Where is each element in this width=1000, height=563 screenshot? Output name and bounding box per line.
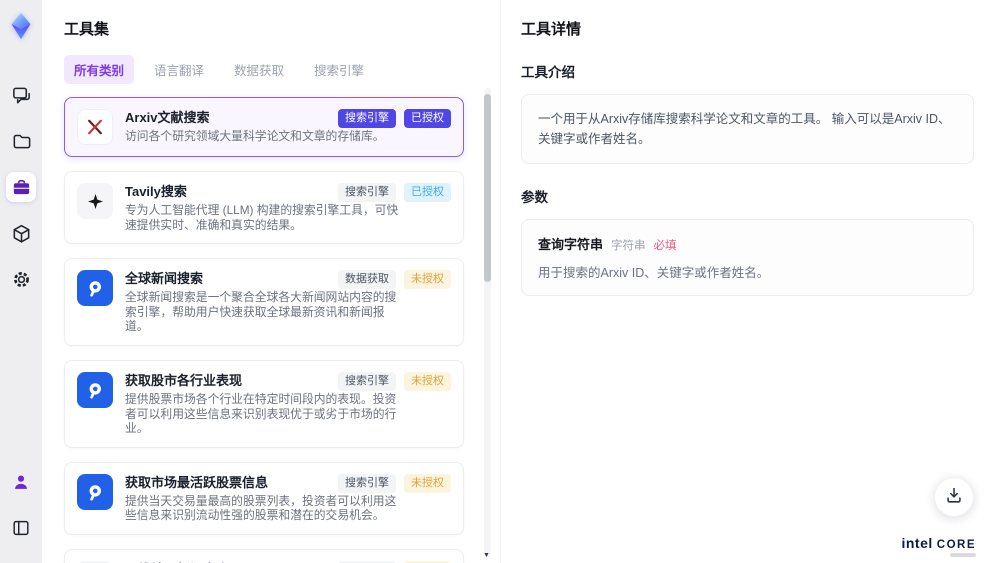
category-badge: 搜索引擎 (338, 371, 396, 391)
folder-icon (11, 131, 32, 152)
user-icon (11, 472, 31, 492)
sidebar-item-settings[interactable] (6, 264, 36, 294)
category-tabs: 所有类别 语言翻译 数据获取 搜索引擎 (64, 55, 464, 84)
sidebar-item-panels[interactable] (6, 513, 36, 543)
auth-status-badge: 已授权 (404, 183, 451, 202)
list-scrollbar-track[interactable]: ▼ (483, 88, 491, 559)
gear-icon (11, 269, 32, 290)
tool-desc: 提供当天交易量最高的股票列表，投资者可以利用这些信息来识别流动性强的股票和潜在的… (125, 493, 397, 523)
tool-badges: 数据获取 未授权 (338, 270, 451, 290)
category-badge: 搜索引擎 (338, 183, 396, 202)
intel-core-logo: intel CORE (901, 535, 976, 557)
tab-2[interactable]: 数据获取 (224, 55, 294, 84)
tool-card[interactable]: 全球新闻搜索 全球新闻搜索是一个聚合全球各大新闻网站内容的搜索引擎，帮助用户快速获… (64, 258, 464, 346)
tool-card[interactable]: Tavily搜索 专为人工智能代理 (LLM) 构建的搜索引擎工具，可快速提供实时… (64, 171, 464, 245)
param-card: 查询字符串 字符串 必填 用于搜索的Arxiv ID、关键字或作者姓名。 (521, 219, 974, 296)
param-type: 字符串 (611, 240, 646, 252)
tool-badges: 搜索引擎未授权 (338, 371, 451, 391)
param-desc: 用于搜索的Arxiv ID、关键字或作者姓名。 (538, 266, 770, 280)
quark-icon (77, 270, 113, 307)
param-name: 查询字符串 (538, 237, 604, 252)
tool-list: Arxiv文献搜索 访问各个研究领域大量科学论文和文章的存储库。 搜索引擎 已授权 Ta… (64, 97, 464, 563)
tab-0[interactable]: 所有类别 (64, 55, 135, 84)
param-head: 查询字符串 字符串 必填 (538, 234, 957, 253)
auth-status-badge: 未授权 (404, 371, 451, 391)
chat-icon (11, 85, 32, 106)
tab-3[interactable]: 搜索引擎 (304, 55, 374, 84)
tool-list-panel: 工具集 所有类别 语言翻译 数据获取 搜索引擎 Arxiv文献搜索 访问各个研究领域大量… (42, 0, 500, 563)
scrollbar-down-arrow-icon[interactable]: ▼ (483, 552, 490, 559)
arxiv-icon (77, 109, 113, 145)
tool-badges: 搜索引擎 已授权 (338, 183, 451, 202)
left-rail (0, 0, 42, 563)
tool-card[interactable]: Arxiv文献搜索 访问各个研究领域大量科学论文和文章的存储库。 搜索引擎 已授权 (64, 97, 464, 157)
params-heading: 参数 (521, 190, 548, 205)
tool-card[interactable]: 获取股市各行业表现 提供股票市场各个行业在特定时间段内的表现。投资者可以利用这些信… (64, 359, 464, 448)
briefcase-icon (11, 177, 32, 198)
sidebar-bottom (6, 459, 36, 551)
sidebar-item-chat[interactable] (6, 80, 36, 110)
sidebar-item-files[interactable] (6, 126, 36, 156)
tool-card[interactable]: 获取市场最活跃股票信息 提供当天交易量最高的股票列表，投资者可以利用这些信息来识别… (64, 461, 464, 535)
sidebar-item-models[interactable] (6, 218, 36, 248)
auth-status-badge: 未授权 (404, 473, 451, 493)
tool-badges: 搜索引擎未授权 (338, 473, 451, 493)
brand-underline (950, 553, 976, 557)
sidebar-item-profile[interactable] (6, 467, 36, 497)
category-badge: 搜索引擎 (338, 473, 396, 493)
download-icon (944, 485, 964, 510)
tool-badges: 搜索引擎 已授权 (338, 109, 451, 128)
sidebar-item-toolbox[interactable] (6, 172, 36, 202)
download-button[interactable] (934, 477, 974, 517)
category-badge: 搜索引擎 (338, 109, 396, 128)
tool-desc: 提供股票市场各个行业在特定时间段内的表现。投资者可以利用这些信息来识别表现优于或… (125, 391, 397, 436)
quark-icon (77, 371, 113, 408)
tool-desc: 专为人工智能代理 (LLM) 构建的搜索引擎工具，可快速提供实时、准确和真实的结… (125, 203, 399, 232)
param-required-badge: 必填 (653, 240, 677, 252)
category-badge: 数据获取 (338, 270, 396, 290)
intro-heading: 工具介绍 (521, 65, 575, 80)
list-scrollbar-thumb[interactable] (484, 94, 491, 282)
tool-desc: 访问各个研究领域大量科学论文和文章的存储库。 (125, 129, 385, 143)
auth-status-badge: 未授权 (404, 270, 451, 290)
layout-icon (11, 518, 31, 538)
brand-core: CORE (936, 539, 976, 551)
tool-card[interactable]: 万维地区新闻查询查询具体行政区划内的新闻，快速了解各地新闻动态搜索引擎未授权 (64, 548, 464, 563)
tab-1[interactable]: 语言翻译 (144, 55, 214, 84)
tool-detail-panel: 工具详情 工具介绍 一个用于从Arxiv存储库搜索科学论文和文章的工具。 输入可… (500, 0, 1000, 563)
tool-desc: 全球新闻搜索是一个聚合全球各大新闻网站内容的搜索引擎，帮助用户快速获取全球最新资… (125, 290, 397, 334)
auth-status-badge: 已授权 (404, 109, 451, 128)
cube-icon (11, 223, 32, 244)
page-title: 工具集 (64, 21, 110, 38)
detail-title: 工具详情 (521, 21, 582, 38)
quark-icon (77, 473, 113, 510)
sidebar-nav (6, 72, 36, 302)
tavily-icon (77, 183, 113, 219)
gem-logo-icon (5, 10, 37, 42)
intro-text: 一个用于从Arxiv存储库搜索科学论文和文章的工具。 输入可以是Arxiv ID… (521, 94, 974, 164)
brand-intel: intel (901, 535, 933, 551)
